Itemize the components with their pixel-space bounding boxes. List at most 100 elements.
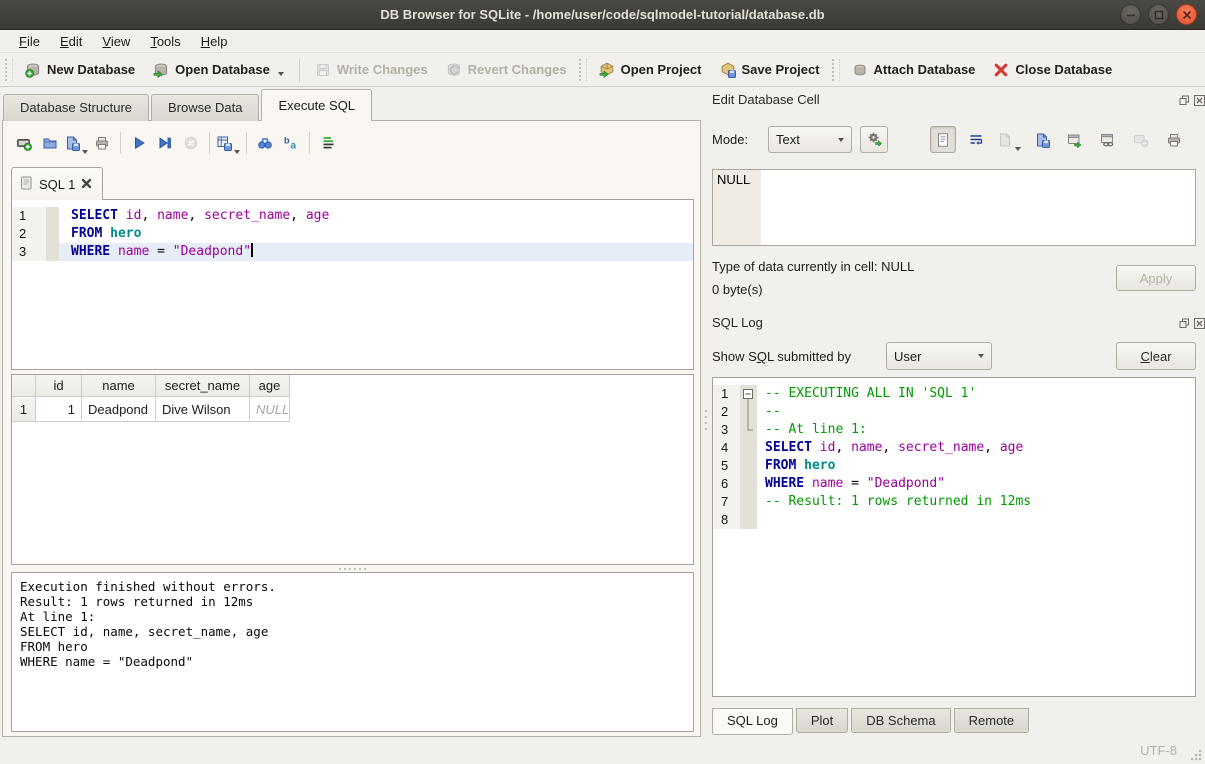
execution-message-panel[interactable]: Execution finished without errors.Result… bbox=[11, 572, 694, 732]
open-sql-file-button[interactable] bbox=[37, 130, 63, 156]
panel-splitter[interactable] bbox=[702, 400, 710, 440]
fold-margin[interactable] bbox=[740, 439, 757, 457]
stop-execution-button[interactable] bbox=[178, 130, 204, 156]
auto-detect-format-button[interactable] bbox=[860, 126, 888, 153]
sql-editor[interactable]: 1SELECT id, name, secret_name, age2FROM … bbox=[11, 199, 694, 370]
menu-tools[interactable]: Tools bbox=[141, 32, 189, 51]
copy-link-button[interactable] bbox=[1095, 126, 1121, 153]
close-panel-icon[interactable] bbox=[1193, 94, 1205, 106]
main-toolbar: New DatabaseOpen Database Write ChangesRe… bbox=[0, 53, 1205, 87]
column-header-id[interactable]: id bbox=[36, 375, 82, 397]
format-sql-button[interactable] bbox=[315, 130, 341, 156]
new-sql-tab-button[interactable] bbox=[11, 130, 37, 156]
tab-db-schema[interactable]: DB Schema bbox=[851, 708, 950, 733]
table-cell[interactable]: Dive Wilson bbox=[156, 397, 250, 422]
tab-plot[interactable]: Plot bbox=[796, 708, 848, 733]
row-number-header[interactable] bbox=[12, 375, 36, 397]
tab-sql-log[interactable]: SQL Log bbox=[712, 708, 793, 735]
printer-icon bbox=[1166, 132, 1182, 148]
open-project-button[interactable]: Open Project bbox=[590, 57, 711, 83]
log-filter-combobox[interactable]: User bbox=[886, 342, 992, 370]
fold-margin[interactable] bbox=[740, 511, 757, 529]
float-panel-icon[interactable] bbox=[1178, 94, 1190, 106]
sql-token: id bbox=[820, 440, 836, 455]
maximize-button[interactable] bbox=[1148, 4, 1169, 25]
set-null-button[interactable] bbox=[1128, 126, 1154, 153]
open-external-button[interactable] bbox=[1062, 126, 1088, 153]
close-button[interactable] bbox=[1176, 4, 1197, 25]
code-line: 7-- Result: 1 rows returned in 12ms bbox=[713, 493, 1195, 511]
sql-token: SELECT bbox=[71, 208, 118, 223]
save-results-view-button[interactable] bbox=[215, 130, 241, 156]
toolbar-grip[interactable] bbox=[5, 59, 13, 81]
close-tab-icon[interactable] bbox=[81, 177, 92, 192]
print-sql-button[interactable] bbox=[89, 130, 115, 156]
fold-margin[interactable] bbox=[740, 421, 757, 439]
row-number-cell[interactable]: 1 bbox=[12, 397, 36, 422]
table-cell[interactable]: Deadpond bbox=[82, 397, 156, 422]
fold-margin[interactable] bbox=[740, 475, 757, 493]
sql-token: FROM bbox=[71, 226, 102, 241]
save-project-button[interactable]: Save Project bbox=[711, 57, 829, 83]
fold-margin[interactable] bbox=[740, 457, 757, 475]
column-header-secret_name[interactable]: secret_name bbox=[156, 375, 250, 397]
fold-margin[interactable] bbox=[740, 403, 757, 421]
table-cell[interactable]: 1 bbox=[36, 397, 82, 422]
print-cell-button[interactable] bbox=[1161, 126, 1187, 153]
tab-remote[interactable]: Remote bbox=[954, 708, 1030, 733]
execute-current-line-button[interactable] bbox=[152, 130, 178, 156]
toolbar-grip[interactable] bbox=[832, 59, 840, 81]
word-wrap-button[interactable] bbox=[963, 126, 989, 153]
minimize-button[interactable] bbox=[1120, 4, 1141, 25]
close-panel-icon[interactable] bbox=[1193, 317, 1205, 329]
mode-combobox[interactable]: Text bbox=[768, 126, 852, 153]
clear-log-button[interactable]: Clear bbox=[1116, 342, 1196, 370]
revert-changes-button[interactable]: Revert Changes bbox=[437, 57, 576, 83]
table-cell[interactable]: NULL bbox=[250, 397, 290, 422]
code-text: -- At line 1: bbox=[757, 421, 1195, 439]
tab-database-structure[interactable]: Database Structure bbox=[3, 94, 149, 121]
chevron-down-icon bbox=[234, 150, 240, 154]
attach-database-button[interactable]: Attach Database bbox=[843, 57, 985, 83]
fold-margin[interactable] bbox=[740, 493, 757, 511]
titlebar[interactable]: DB Browser for SQLite - /home/user/code/… bbox=[0, 0, 1205, 30]
cell-value-editor[interactable]: NULL bbox=[712, 169, 1196, 246]
find-button[interactable] bbox=[252, 130, 278, 156]
fold-margin[interactable] bbox=[740, 385, 757, 403]
apply-button[interactable]: Apply bbox=[1116, 265, 1196, 291]
execute-all-button[interactable] bbox=[126, 130, 152, 156]
sql-file-tab[interactable]: SQL 1 bbox=[11, 167, 103, 200]
write-changes-button[interactable]: Write Changes bbox=[306, 57, 437, 83]
new-database-button[interactable]: New Database bbox=[16, 57, 144, 83]
menu-view[interactable]: View bbox=[93, 32, 139, 51]
import-data-button[interactable] bbox=[996, 126, 1022, 153]
line-number: 8 bbox=[713, 511, 740, 529]
text-mode-button[interactable] bbox=[930, 126, 956, 153]
printer-icon bbox=[94, 135, 110, 151]
toolbar-button-label: Attach Database bbox=[874, 62, 976, 77]
fold-margin[interactable] bbox=[46, 243, 59, 261]
results-grid[interactable]: idnamesecret_nameage11DeadpondDive Wilso… bbox=[11, 374, 694, 565]
code-text: FROM hero bbox=[59, 225, 693, 243]
open-database-button[interactable]: Open Database bbox=[144, 57, 293, 83]
column-header-name[interactable]: name bbox=[82, 375, 156, 397]
menu-file[interactable]: File bbox=[10, 32, 49, 51]
tab-browse-data[interactable]: Browse Data bbox=[151, 94, 259, 121]
menu-help[interactable]: Help bbox=[192, 32, 237, 51]
toolbar-grip[interactable] bbox=[579, 59, 587, 81]
close-database-button[interactable]: Close Database bbox=[984, 57, 1121, 83]
float-panel-icon[interactable] bbox=[1178, 317, 1190, 329]
column-header-age[interactable]: age bbox=[250, 375, 290, 397]
db-open-icon bbox=[153, 62, 169, 78]
fold-margin[interactable] bbox=[46, 207, 59, 225]
tab-execute-sql[interactable]: Execute SQL bbox=[261, 89, 372, 121]
resize-grip[interactable] bbox=[1190, 749, 1202, 761]
save-sql-file-button[interactable] bbox=[63, 130, 89, 156]
message-line: WHERE name = "Deadpond" bbox=[20, 654, 685, 669]
fold-margin[interactable] bbox=[46, 225, 59, 243]
svg-text:b: b bbox=[284, 136, 290, 146]
menu-edit[interactable]: Edit bbox=[51, 32, 91, 51]
find-replace-button[interactable]: ba bbox=[278, 130, 304, 156]
sql-log-view[interactable]: 1-- EXECUTING ALL IN 'SQL 1'2--3-- At li… bbox=[712, 377, 1196, 697]
export-data-button[interactable] bbox=[1029, 126, 1055, 153]
